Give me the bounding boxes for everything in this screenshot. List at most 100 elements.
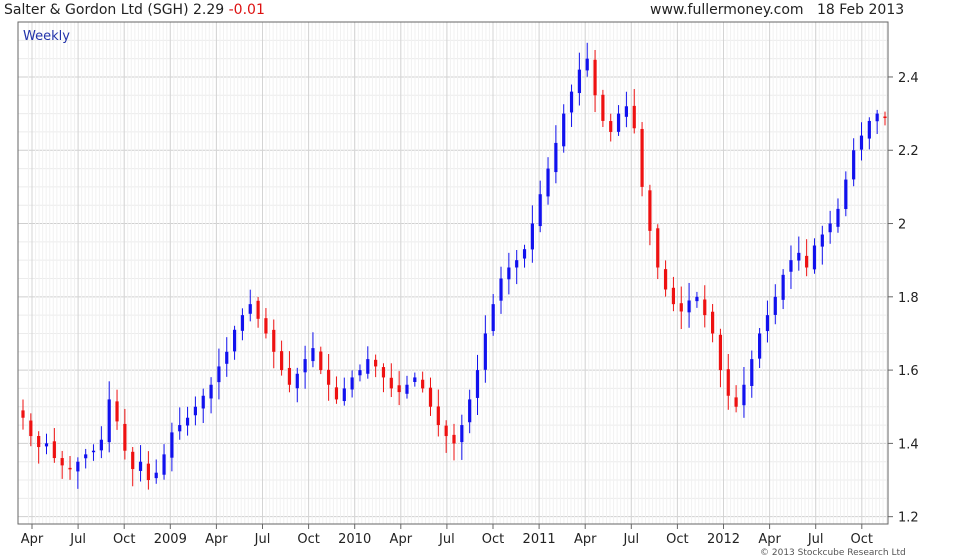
candle-body (742, 384, 746, 406)
candle-body (530, 223, 534, 250)
x-tick-label: Oct (666, 532, 688, 547)
candle-body (773, 296, 777, 315)
candle-body (687, 300, 691, 313)
candle-body (805, 255, 809, 268)
candle-body (366, 359, 370, 374)
candle-body (875, 113, 879, 122)
candle-body (52, 441, 56, 459)
candle-body (374, 359, 378, 367)
candle-body (99, 439, 103, 451)
x-tick-label: Apr (758, 532, 781, 547)
candle-body (616, 113, 621, 132)
candle-body (515, 260, 519, 268)
candle-body (679, 303, 683, 312)
candle-body (522, 249, 527, 259)
candle-body (562, 113, 566, 147)
candle-body (193, 406, 197, 416)
candle-body (138, 461, 143, 471)
candle-body (405, 384, 409, 394)
y-tick-label: 1.6 (898, 364, 919, 379)
y-tick-label: 1.2 (898, 511, 919, 526)
candle-body (185, 417, 190, 426)
candle-body (232, 329, 237, 352)
x-tick-label: 2009 (154, 532, 187, 547)
candle-body (781, 274, 785, 300)
candle-body (640, 128, 644, 187)
x-tick-label: 2012 (707, 532, 740, 547)
candle-body (170, 432, 174, 458)
y-tick-label: 1.8 (898, 291, 919, 306)
candle-body (883, 116, 887, 119)
candle-body (499, 278, 503, 301)
candle-body (342, 388, 346, 402)
candle-body (397, 385, 401, 393)
plot-frame (17, 21, 889, 525)
candle-body (84, 454, 88, 459)
x-tick-label: Apr (574, 532, 597, 547)
candle-body (256, 300, 260, 319)
candle-body (178, 425, 182, 432)
candle-body (146, 463, 150, 481)
candle-body (491, 304, 495, 332)
x-tick-label: Jul (622, 532, 639, 547)
candle-body (428, 387, 433, 407)
interval-label: Weekly (23, 29, 70, 44)
candle-body (91, 450, 96, 453)
candle-body (311, 348, 315, 362)
x-tick-label: Jul (438, 532, 455, 547)
candle-body (107, 399, 111, 443)
candle-body (248, 304, 252, 314)
candle-body (421, 379, 425, 389)
x-tick-label: Apr (205, 532, 228, 547)
candle-body (758, 333, 762, 359)
candle-body (844, 179, 848, 210)
candle-body (468, 399, 472, 423)
candle-body (695, 296, 699, 302)
candle-body (601, 94, 605, 121)
candle-body (319, 351, 323, 371)
candle-body (789, 260, 793, 272)
candle-body (765, 315, 770, 332)
candle-body (154, 472, 158, 479)
candle-body (115, 401, 119, 422)
candle-body (554, 142, 558, 173)
x-tick-label: 2011 (523, 532, 556, 547)
candle-body (29, 420, 33, 437)
candle-body (797, 252, 801, 261)
candle-body (475, 370, 480, 398)
candle-body (648, 190, 652, 231)
candle-body (37, 436, 41, 448)
candle-body (162, 454, 166, 475)
candle-body (828, 223, 832, 233)
x-tick-label: Apr (21, 532, 44, 547)
candle-body (632, 105, 636, 129)
chart-grid (18, 22, 888, 524)
candle-body (123, 423, 127, 451)
candle-body (577, 69, 581, 94)
candle-body (389, 377, 393, 389)
y-axis: 1.2 1.4 1.6 1.8 2 2.2 2.4 (888, 71, 919, 526)
candle-body (334, 387, 339, 400)
candle-body (381, 367, 386, 378)
candle-body (201, 395, 205, 409)
x-tick-label: Jul (807, 532, 824, 547)
candle-body (711, 311, 715, 334)
candle-body (820, 234, 824, 247)
candle-body (585, 58, 589, 71)
x-tick-label: Apr (390, 532, 413, 547)
x-axis: Apr Jul Oct 2009 Apr Jul Oct 2010 Apr Jul Oct 2011 A… (21, 524, 873, 547)
candle-body (460, 425, 464, 443)
candle-body (671, 287, 676, 305)
y-tick-label: 2.4 (898, 71, 919, 86)
x-tick-label: Oct (482, 532, 504, 547)
candle-body (76, 461, 80, 472)
candle-body (358, 370, 362, 376)
candle-body (609, 121, 613, 132)
candle-body (280, 351, 284, 371)
candle-body (867, 120, 871, 139)
candle-body (452, 434, 456, 444)
candle-body (663, 269, 668, 290)
x-tick-label: Oct (297, 532, 319, 547)
candle-body (718, 334, 723, 371)
x-tick-label: Jul (254, 532, 271, 547)
